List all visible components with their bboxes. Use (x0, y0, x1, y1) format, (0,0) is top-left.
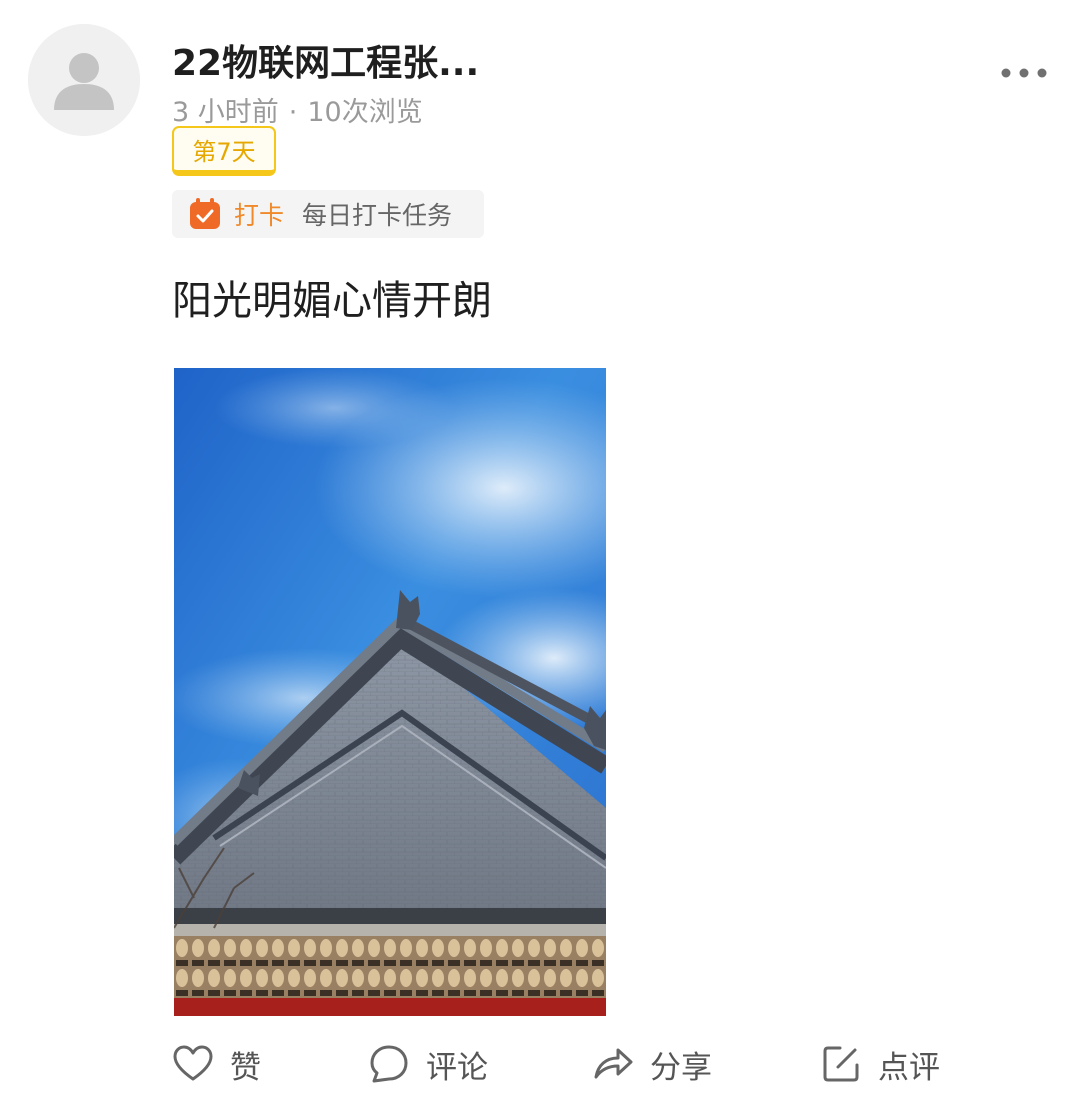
comment-button[interactable]: 评论 (368, 1036, 488, 1092)
post-photo[interactable] (174, 368, 606, 1016)
more-dots-icon (1001, 68, 1047, 78)
photo-blue-sky-traditional-roof (174, 368, 606, 1016)
comment-label: 评论 (426, 1049, 488, 1086)
share-button[interactable]: 分享 (592, 1036, 712, 1092)
share-label: 分享 (650, 1049, 712, 1086)
day-streak-badge: 第7天 (172, 126, 276, 176)
comment-bubble-icon (368, 1043, 410, 1085)
share-arrow-icon (592, 1043, 634, 1085)
view-count: 10次浏览 (307, 97, 423, 128)
day-streak-label: 第7天 (192, 137, 256, 166)
checkin-task-chip[interactable]: 打卡 每日打卡任务 (172, 190, 484, 238)
post-meta: 3 小时前 · 10次浏览 (172, 90, 423, 129)
like-label: 赞 (230, 1049, 261, 1086)
more-options-button[interactable] (996, 60, 1052, 86)
avatar[interactable] (28, 24, 140, 136)
post-text: 阳光明媚心情开朗 (172, 278, 492, 324)
action-bar: 赞 评论 分享 点评 (0, 1036, 1080, 1092)
author-name[interactable]: 22物联网工程张... (172, 34, 479, 86)
review-button[interactable]: 点评 (820, 1036, 940, 1092)
post-time: 3 小时前 (172, 97, 279, 128)
heart-icon (172, 1043, 214, 1085)
checkin-tag: 打卡 (234, 201, 285, 230)
review-label: 点评 (878, 1049, 940, 1086)
like-button[interactable]: 赞 (172, 1036, 261, 1092)
edit-icon (820, 1043, 862, 1085)
meta-separator: · (288, 97, 298, 128)
calendar-check-icon (188, 197, 222, 231)
default-user-avatar-icon (28, 24, 140, 136)
post-card: 22物联网工程张... 3 小时前 · 10次浏览 第7天 打卡 每日打卡任务 阳光… (0, 0, 1080, 1099)
checkin-task-name: 每日打卡任务 (302, 201, 453, 230)
